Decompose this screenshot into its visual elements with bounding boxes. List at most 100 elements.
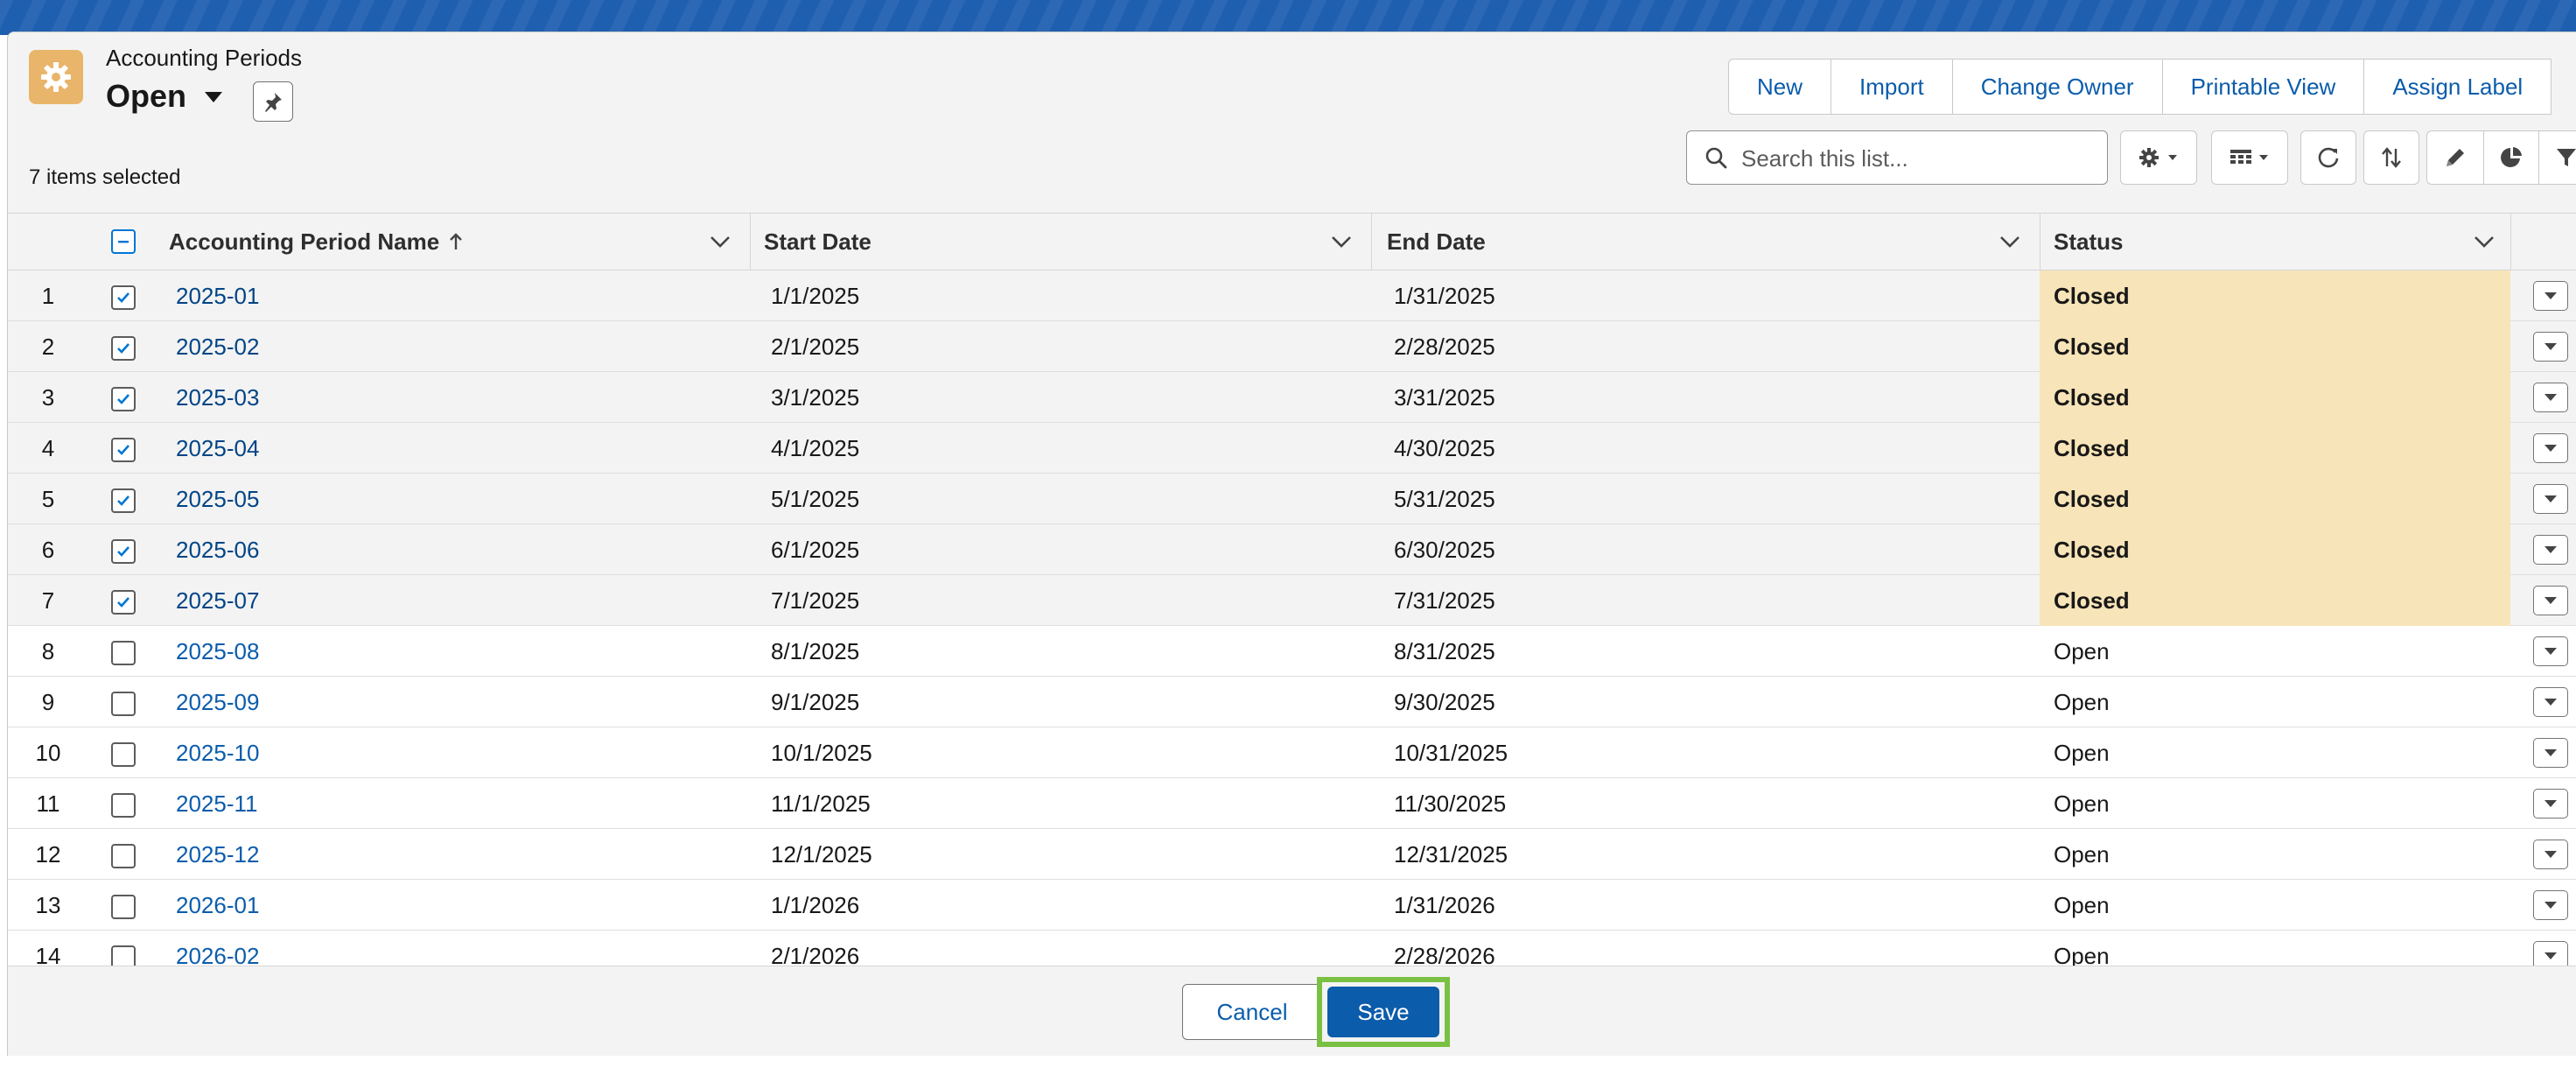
row-actions-button[interactable] <box>2533 383 2568 412</box>
row-checkbox[interactable] <box>111 844 136 868</box>
change-owner-button[interactable]: Change Owner <box>1952 59 2163 115</box>
display-as-button[interactable] <box>2211 130 2288 185</box>
end-date-cell[interactable]: 10/31/2025 <box>1394 727 1508 778</box>
table-row[interactable]: 6 2025-06 6/1/2025 6/30/2025 Closed <box>8 524 2576 575</box>
table-row[interactable]: 9 2025-09 9/1/2025 9/30/2025 Open <box>8 677 2576 727</box>
period-name-link[interactable]: 2025-10 <box>176 740 259 767</box>
list-settings-button[interactable] <box>2120 130 2197 185</box>
status-cell[interactable]: Open <box>2040 778 2510 829</box>
start-date-cell[interactable]: 11/1/2025 <box>771 778 871 829</box>
start-date-cell[interactable]: 10/1/2025 <box>771 727 872 778</box>
start-date-cell[interactable]: 7/1/2025 <box>771 575 859 626</box>
row-actions-button[interactable] <box>2533 890 2568 920</box>
start-date-cell[interactable]: 9/1/2025 <box>771 677 859 727</box>
sort-button[interactable] <box>2363 130 2419 185</box>
end-date-cell[interactable]: 7/31/2025 <box>1394 575 1495 626</box>
row-checkbox[interactable] <box>111 895 136 919</box>
row-checkbox[interactable] <box>111 539 136 564</box>
row-checkbox[interactable] <box>111 488 136 513</box>
status-cell[interactable]: Closed <box>2040 423 2510 474</box>
period-name-link[interactable]: 2025-11 <box>176 790 258 818</box>
end-date-cell[interactable]: 12/31/2025 <box>1394 829 1508 880</box>
status-cell[interactable]: Open <box>2040 727 2510 778</box>
chevron-down-icon[interactable] <box>1329 231 1354 252</box>
chevron-down-icon[interactable] <box>708 231 732 252</box>
list-view-picker-button[interactable] <box>202 88 225 106</box>
chevron-down-icon[interactable] <box>2472 231 2496 252</box>
period-name-link[interactable]: 2025-03 <box>176 384 259 411</box>
start-date-cell[interactable]: 1/1/2026 <box>771 880 859 931</box>
status-cell[interactable]: Closed <box>2040 474 2510 524</box>
row-actions-button[interactable] <box>2533 789 2568 819</box>
row-actions-button[interactable] <box>2533 687 2568 717</box>
status-cell[interactable]: Closed <box>2040 321 2510 372</box>
pin-list-button[interactable] <box>253 81 293 122</box>
period-name-link[interactable]: 2025-05 <box>176 486 259 513</box>
filter-button[interactable] <box>2538 130 2576 185</box>
row-actions-button[interactable] <box>2533 433 2568 463</box>
table-row[interactable]: 7 2025-07 7/1/2025 7/31/2025 Closed <box>8 575 2576 626</box>
column-header-status[interactable]: Status <box>2054 214 2123 270</box>
period-name-link[interactable]: 2025-12 <box>176 841 259 868</box>
table-row[interactable]: 12 2025-12 12/1/2025 12/31/2025 Open <box>8 829 2576 880</box>
status-cell[interactable]: Open <box>2040 880 2510 931</box>
row-actions-button[interactable] <box>2533 332 2568 362</box>
row-checkbox[interactable] <box>111 692 136 716</box>
refresh-button[interactable] <box>2300 130 2356 185</box>
status-cell[interactable]: Closed <box>2040 270 2510 321</box>
row-actions-button[interactable] <box>2533 484 2568 514</box>
start-date-cell[interactable]: 12/1/2025 <box>771 829 872 880</box>
column-divider[interactable] <box>2510 214 2511 270</box>
end-date-cell[interactable]: 6/30/2025 <box>1394 524 1495 575</box>
status-cell[interactable]: Closed <box>2040 524 2510 575</box>
end-date-cell[interactable]: 1/31/2025 <box>1394 270 1495 321</box>
start-date-cell[interactable]: 6/1/2025 <box>771 524 859 575</box>
period-name-link[interactable]: 2025-07 <box>176 587 259 615</box>
row-actions-button[interactable] <box>2533 586 2568 615</box>
row-checkbox[interactable] <box>111 438 136 462</box>
search-input[interactable] <box>1740 140 2093 177</box>
column-divider[interactable] <box>750 214 751 270</box>
period-name-link[interactable]: 2025-08 <box>176 638 259 665</box>
period-name-link[interactable]: 2025-02 <box>176 334 259 361</box>
status-cell[interactable]: Open <box>2040 626 2510 677</box>
period-name-link[interactable]: 2026-01 <box>176 892 259 919</box>
start-date-cell[interactable]: 4/1/2025 <box>771 423 859 474</box>
row-actions-button[interactable] <box>2533 840 2568 869</box>
printable-view-button[interactable]: Printable View <box>2162 59 2365 115</box>
row-checkbox[interactable] <box>111 641 136 665</box>
list-view-name[interactable]: Open <box>106 78 186 115</box>
import-button[interactable]: Import <box>1831 59 1953 115</box>
period-name-link[interactable]: 2025-06 <box>176 537 259 564</box>
period-name-link[interactable]: 2025-04 <box>176 435 259 462</box>
start-date-cell[interactable]: 1/1/2025 <box>771 270 859 321</box>
status-cell[interactable]: Open <box>2040 677 2510 727</box>
row-actions-button[interactable] <box>2533 738 2568 768</box>
end-date-cell[interactable]: 3/31/2025 <box>1394 372 1495 423</box>
end-date-cell[interactable]: 5/31/2025 <box>1394 474 1495 524</box>
charts-button[interactable] <box>2483 130 2539 185</box>
column-header-name[interactable]: Accounting Period Name <box>169 214 464 270</box>
row-checkbox[interactable] <box>111 793 136 818</box>
table-row[interactable]: 5 2025-05 5/1/2025 5/31/2025 Closed <box>8 474 2576 524</box>
row-checkbox[interactable] <box>111 336 136 361</box>
row-checkbox[interactable] <box>111 387 136 411</box>
column-header-end-date[interactable]: End Date <box>1387 214 1486 270</box>
edit-list-button[interactable] <box>2426 130 2484 185</box>
column-divider[interactable] <box>1371 214 1372 270</box>
status-cell[interactable]: Closed <box>2040 372 2510 423</box>
period-name-link[interactable]: 2025-01 <box>176 283 259 310</box>
table-row[interactable]: 11 2025-11 11/1/2025 11/30/2025 Open <box>8 778 2576 829</box>
status-cell[interactable]: Open <box>2040 829 2510 880</box>
table-row[interactable]: 4 2025-04 4/1/2025 4/30/2025 Closed <box>8 423 2576 474</box>
row-checkbox[interactable] <box>111 285 136 310</box>
cancel-button[interactable]: Cancel <box>1182 984 1322 1040</box>
end-date-cell[interactable]: 8/31/2025 <box>1394 626 1495 677</box>
end-date-cell[interactable]: 9/30/2025 <box>1394 677 1495 727</box>
row-checkbox[interactable] <box>111 590 136 615</box>
table-row[interactable]: 3 2025-03 3/1/2025 3/31/2025 Closed <box>8 372 2576 423</box>
table-row[interactable]: 10 2025-10 10/1/2025 10/31/2025 Open <box>8 727 2576 778</box>
end-date-cell[interactable]: 1/31/2026 <box>1394 880 1495 931</box>
start-date-cell[interactable]: 8/1/2025 <box>771 626 859 677</box>
row-actions-button[interactable] <box>2533 281 2568 311</box>
